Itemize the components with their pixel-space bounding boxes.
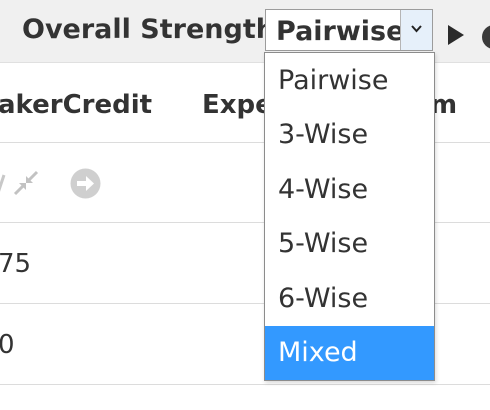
- option-4-wise[interactable]: 4-Wise: [265, 163, 434, 217]
- table-cell[interactable]: 75: [0, 249, 31, 279]
- circle-icon[interactable]: [482, 25, 490, 49]
- arrow-right-circle-icon[interactable]: [70, 168, 101, 199]
- collapse-icon[interactable]: [12, 169, 40, 197]
- select-value: Pairwise: [276, 16, 405, 47]
- play-icon[interactable]: [447, 24, 465, 46]
- strength-dropdown-list: Pairwise 3-Wise 4-Wise 5-Wise 6-Wise Mix…: [264, 52, 435, 381]
- option-5-wise[interactable]: 5-Wise: [265, 217, 434, 271]
- option-mixed[interactable]: Mixed: [265, 326, 434, 380]
- column-header[interactable]: Expe: [202, 90, 273, 120]
- chevron-down-icon: [411, 25, 422, 33]
- column-header[interactable]: akerCredit: [0, 90, 152, 120]
- overall-strength-select[interactable]: Pairwise: [265, 9, 433, 51]
- page: Overall Strength: Pairwise akerCredit Ex…: [0, 0, 490, 410]
- partial-icon: [0, 174, 6, 192]
- select-dropdown-button[interactable]: [400, 10, 432, 50]
- option-pairwise[interactable]: Pairwise: [265, 54, 434, 108]
- overall-strength-label: Overall Strength:: [22, 14, 286, 45]
- option-3-wise[interactable]: 3-Wise: [265, 108, 434, 162]
- table-cell[interactable]: 0: [0, 330, 15, 360]
- option-6-wise[interactable]: 6-Wise: [265, 272, 434, 326]
